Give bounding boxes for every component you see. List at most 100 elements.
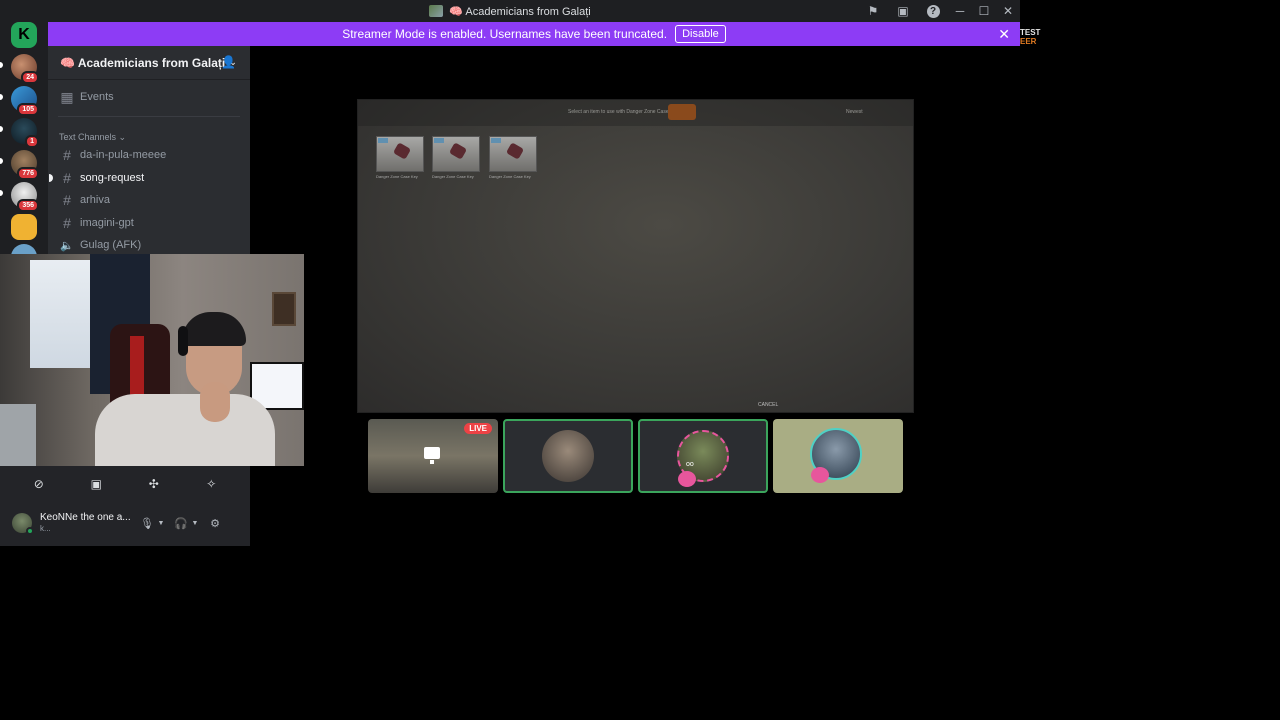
item-tag (491, 138, 501, 143)
avatar[interactable] (12, 513, 34, 535)
activities-icon[interactable]: ✣ (142, 474, 166, 494)
item-tag (434, 138, 444, 143)
camera-off-icon[interactable]: ⊘ (27, 474, 51, 494)
screen-share-icon[interactable]: ▣ (84, 474, 108, 494)
hash-icon: # (63, 170, 71, 186)
server-icon-kick[interactable]: K (11, 22, 37, 48)
participant-tile[interactable] (773, 419, 903, 493)
key-icon (448, 142, 468, 160)
server-thumbnail-icon (429, 5, 444, 17)
category-text-channels[interactable]: Text Channels ⌄ (59, 132, 126, 143)
monitor-stand (430, 460, 434, 464)
stream-screen[interactable]: Select an item to use with Danger Zone C… (357, 99, 914, 413)
events-item[interactable]: ▦ Events (56, 87, 242, 107)
server-icon[interactable]: 776 (11, 150, 39, 180)
webcam-picture-frame (272, 292, 296, 326)
title-bar: 🧠 Academicians from Galați ⚑ ▣ ? ─ ☐ ✕ (0, 0, 1020, 22)
webcam-person-hand (200, 382, 230, 422)
participant-tile-speaking[interactable]: oo (638, 419, 768, 493)
sticker-icon (811, 467, 829, 483)
stream-cancel-label: CANCEL (758, 402, 779, 408)
webcam-person-body (95, 394, 275, 466)
username: KeoNNe the one a... (40, 512, 131, 523)
unread-indicator (0, 190, 3, 196)
microphone-icon[interactable]: 🎙 (140, 516, 154, 530)
user-panel: ⊘ ▣ ✣ ✧ KeoNNe the one a... k... 🎙 ▼ 🎧 ▼… (0, 466, 250, 546)
webcam-window (30, 260, 94, 368)
participant-tile-stream[interactable]: LIVE (368, 419, 498, 493)
channel-label: Gulag (AFK) (80, 239, 142, 251)
item-tag (378, 138, 388, 143)
hash-icon: # (63, 215, 71, 231)
screen-share-icon (424, 447, 440, 459)
server-icon-speaking[interactable] (11, 214, 37, 240)
channel-label: imagini-gpt (80, 217, 134, 229)
user-status: k... (40, 524, 51, 533)
stream-key-caption: Danger Zone Case Key (432, 174, 474, 179)
inbox-flag-icon[interactable]: ⚑ (858, 0, 888, 22)
window-title: 🧠 Academicians from Galați (449, 5, 591, 18)
events-label: Events (80, 91, 114, 103)
status-online-icon (26, 527, 34, 535)
chevron-down-icon[interactable]: ▼ (156, 516, 166, 530)
unread-indicator (0, 94, 3, 100)
user-info[interactable]: KeoNNe the one a... k... (40, 512, 136, 534)
soundboard-icon[interactable]: ✧ (199, 474, 223, 494)
stream-sort-label: Newest (846, 109, 863, 115)
channel-item[interactable]: # arhiva (56, 190, 242, 210)
webcam-chair-accent (130, 336, 144, 396)
unread-indicator (0, 62, 3, 68)
chevron-down-icon[interactable]: ▼ (190, 516, 200, 530)
maximize-button[interactable]: ☐ (972, 0, 996, 22)
close-window-button[interactable]: ✕ (996, 0, 1020, 22)
headphones-icon[interactable]: 🎧 (174, 516, 188, 530)
close-banner-button[interactable]: ✕ (998, 26, 1010, 43)
stream-key-item (489, 136, 537, 172)
server-icon[interactable]: 105 (11, 86, 39, 116)
channel-label: arhiva (80, 194, 110, 206)
stream-game-title: Select an item to use with Danger Zone C… (568, 109, 669, 115)
eyes-icon: oo (686, 461, 694, 468)
stream-stage: Select an item to use with Danger Zone C… (250, 46, 1020, 546)
server-header[interactable]: 🧠 Academicians from Galați ⌄ 👤 (48, 46, 250, 80)
channel-item[interactable]: # da-in-pula-meeee (56, 145, 242, 165)
snail-sticker-icon (678, 471, 696, 487)
titlebar-controls: ⚑ ▣ ? ─ ☐ ✕ (858, 0, 1020, 22)
participant-tiles: LIVE oo (368, 419, 908, 493)
window-title-group: 🧠 Academicians from Galați (429, 5, 591, 18)
server-rail: K 24 105 1 776 356 (0, 22, 48, 258)
channel-item-active[interactable]: # song-request (49, 168, 242, 188)
webcam-headset (178, 326, 188, 356)
live-badge: LIVE (464, 423, 492, 434)
settings-gear-icon[interactable]: ⚙ (208, 516, 222, 530)
server-icon[interactable]: 356 (11, 182, 39, 212)
avatar (542, 430, 594, 482)
participant-tile-speaking[interactable] (503, 419, 633, 493)
channel-label: song-request (80, 172, 145, 184)
unread-indicator (49, 174, 53, 182)
channel-label: da-in-pula-meeee (80, 149, 167, 161)
help-icon[interactable]: ? (918, 0, 948, 22)
screen-share-icon[interactable]: ▣ (888, 0, 918, 22)
key-icon (392, 142, 412, 160)
disable-streamer-mode-button[interactable]: Disable (675, 25, 726, 43)
server-icon[interactable]: 24 (11, 54, 39, 84)
stream-key-item (376, 136, 424, 172)
hash-icon: # (63, 192, 71, 208)
server-icon[interactable]: 1 (11, 118, 39, 148)
divider (58, 116, 240, 117)
streamer-mode-banner: Streamer Mode is enabled. Usernames have… (48, 22, 1020, 46)
minimize-button[interactable]: ─ (948, 0, 972, 22)
server-name: 🧠 Academicians from Galați (60, 55, 226, 70)
stream-key-caption: Danger Zone Case Key (489, 174, 531, 179)
channel-sidebar: 🧠 Academicians from Galați ⌄ 👤 ▦ Events … (48, 46, 250, 258)
user-row: KeoNNe the one a... k... 🎙 ▼ 🎧 ▼ ⚙ (12, 510, 242, 536)
unread-indicator (0, 126, 3, 132)
channel-item[interactable]: # imagini-gpt (56, 213, 242, 233)
voice-channel-item[interactable]: 🔈 Gulag (AFK) (56, 235, 242, 255)
unread-indicator (0, 158, 3, 164)
invite-people-icon[interactable]: 👤 (221, 55, 236, 69)
stream-key-caption: Danger Zone Case Key (376, 174, 418, 179)
hash-icon: # (63, 147, 71, 163)
calendar-icon: ▦ (60, 88, 74, 105)
